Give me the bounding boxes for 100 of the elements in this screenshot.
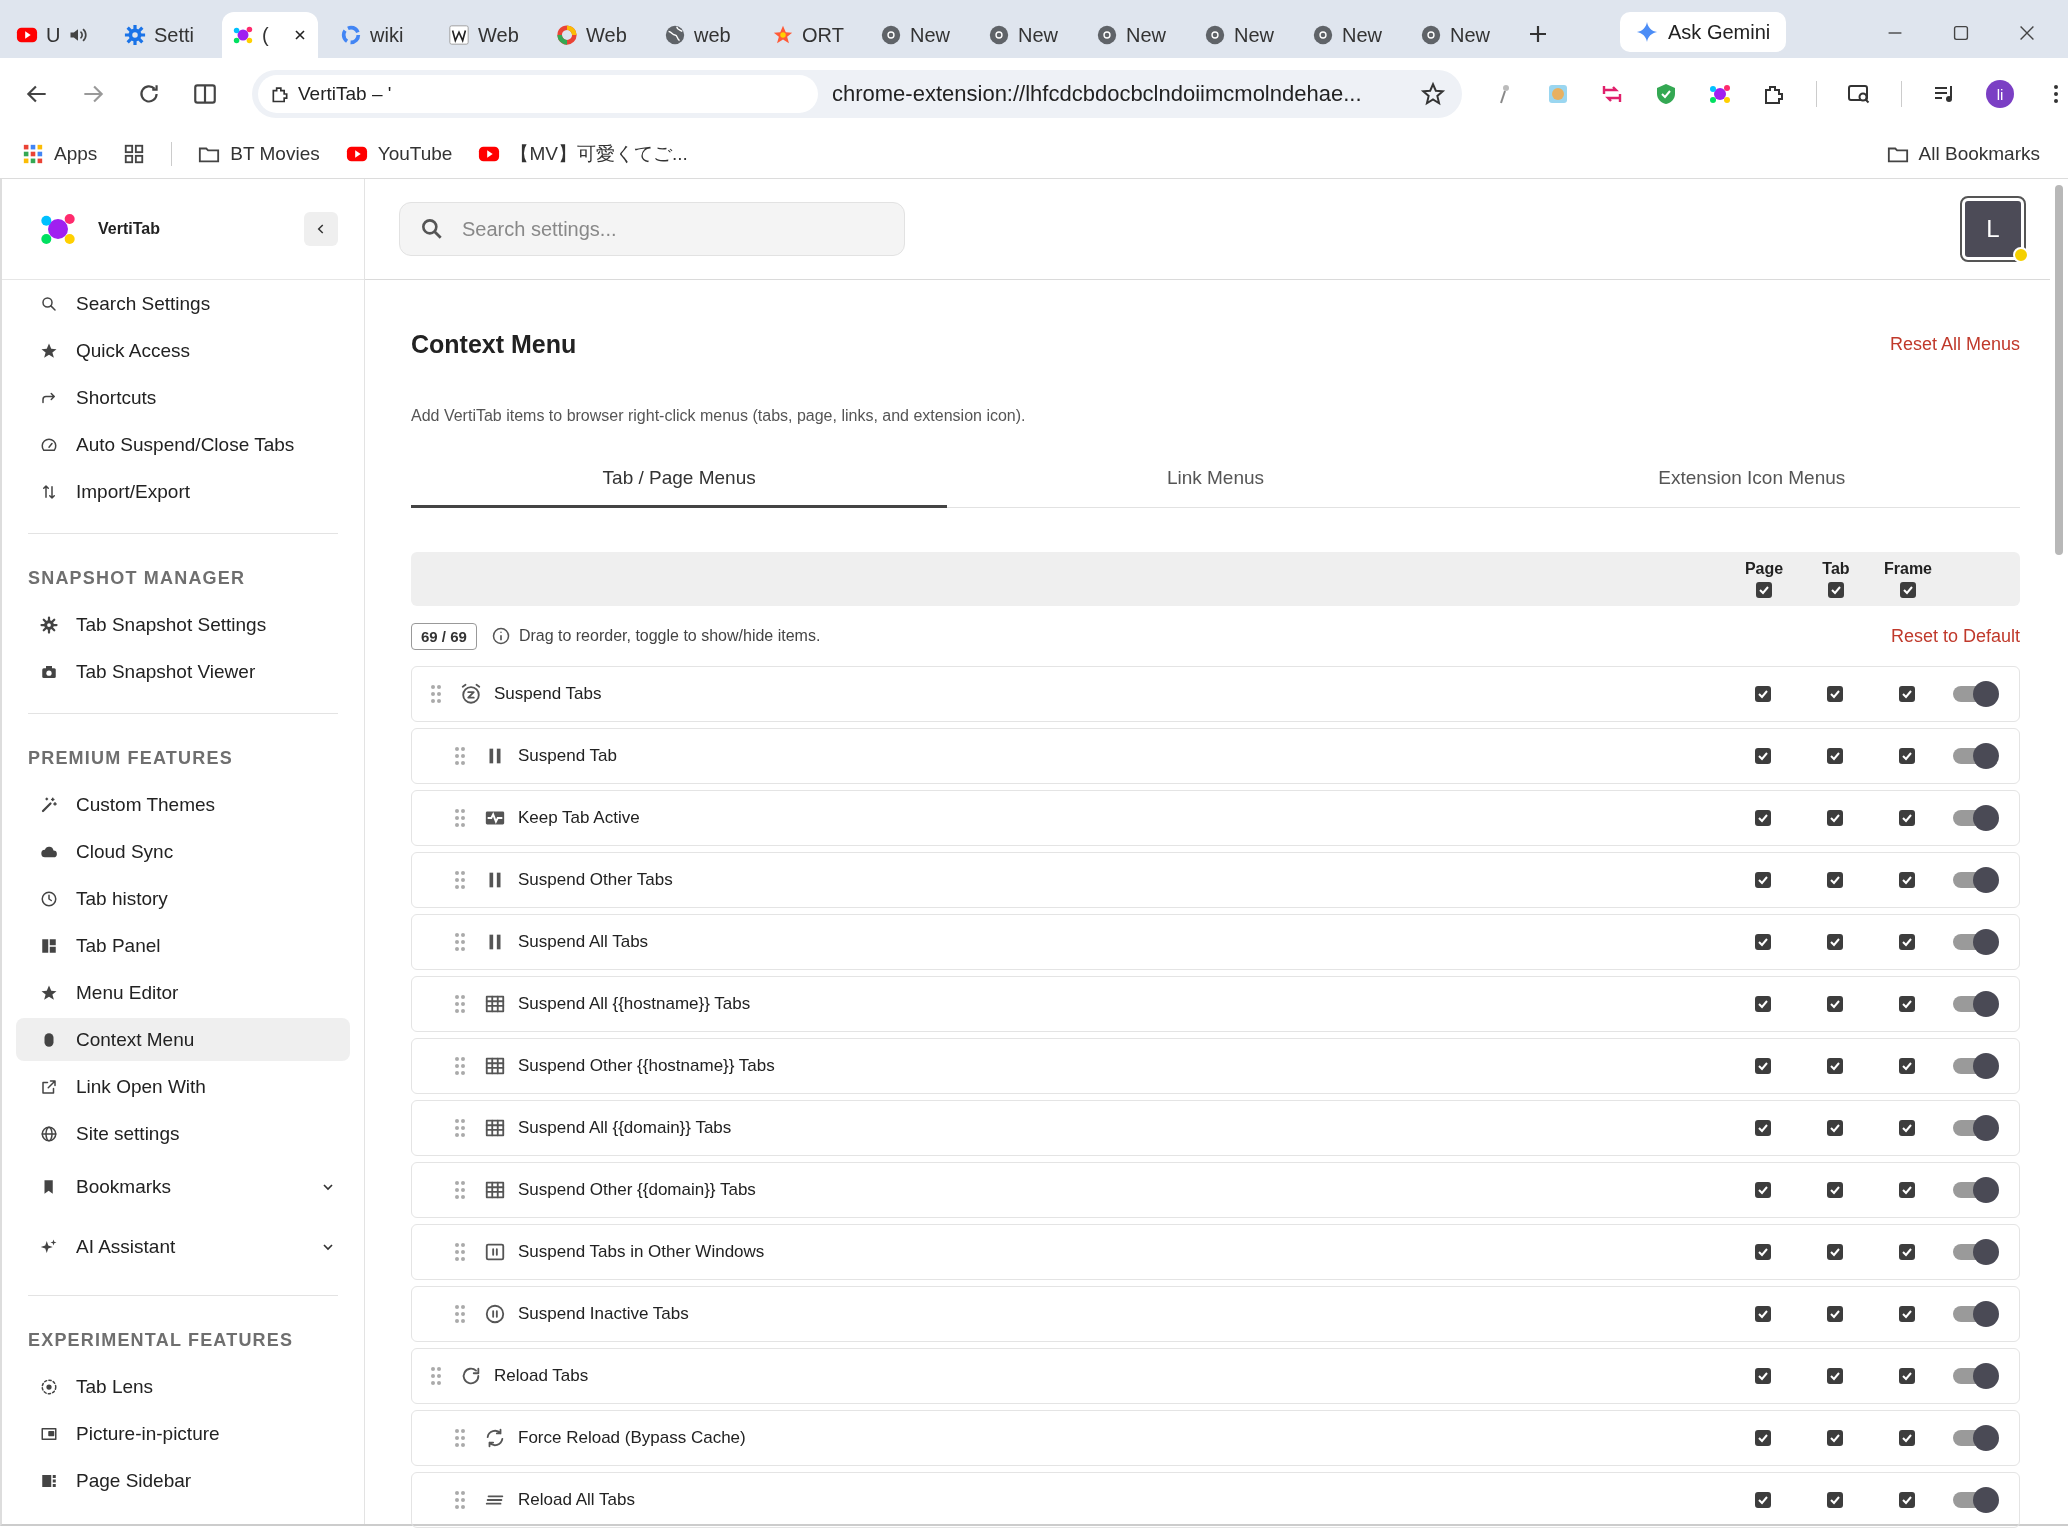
checkbox[interactable] — [1899, 934, 1915, 950]
checkbox[interactable] — [1827, 934, 1843, 950]
checkbox[interactable] — [1755, 1120, 1771, 1136]
toggle-switch[interactable] — [1953, 1486, 1999, 1514]
drag-handle-icon[interactable] — [454, 1180, 466, 1200]
toggle-switch[interactable] — [1953, 1362, 1999, 1390]
nav-item[interactable]: Bookmarks — [16, 1159, 350, 1215]
checkbox[interactable] — [1755, 1244, 1771, 1260]
nav-item[interactable]: Tab history — [16, 877, 350, 920]
apps-link[interactable]: Apps — [22, 143, 98, 165]
checkbox[interactable] — [1827, 1430, 1843, 1446]
browser-tab[interactable]: ORT — [762, 12, 858, 58]
nav-item[interactable]: Link Open With — [16, 1065, 350, 1108]
toggle-switch[interactable] — [1953, 804, 1999, 832]
toggle-switch[interactable] — [1953, 1424, 1999, 1452]
nav-item[interactable]: Menu Editor — [16, 971, 350, 1014]
drag-handle-icon[interactable] — [454, 1304, 466, 1324]
toggle-switch[interactable] — [1953, 1238, 1999, 1266]
reset-all-link[interactable]: Reset All Menus — [1889, 334, 2020, 355]
bookmark-star-icon[interactable] — [1420, 81, 1446, 107]
tab[interactable]: Tab / Page Menus — [411, 455, 948, 508]
checkbox[interactable] — [1827, 1306, 1843, 1322]
toggle-switch[interactable] — [1953, 1176, 1999, 1204]
profile-avatar[interactable]: li — [1986, 80, 2014, 108]
nav-item[interactable]: Tab Snapshot Viewer — [16, 650, 350, 693]
all-bookmarks-link[interactable]: All Bookmarks — [1886, 143, 2040, 165]
checkbox[interactable] — [1899, 1182, 1915, 1198]
bookmark-link[interactable]: 【MV】可愛くてご... — [478, 141, 688, 167]
browser-tab[interactable]: wiki — [330, 12, 426, 58]
toggle-switch[interactable] — [1953, 990, 1999, 1018]
nav-item[interactable]: Import/Export — [16, 470, 350, 513]
checkbox[interactable] — [1755, 686, 1771, 702]
drag-handle-icon[interactable] — [430, 684, 442, 704]
checkbox[interactable] — [1899, 1244, 1915, 1260]
checkbox[interactable] — [1827, 1244, 1843, 1260]
tab[interactable]: Link Menus — [947, 455, 1484, 508]
toggle-switch[interactable] — [1953, 1052, 1999, 1080]
checkbox[interactable] — [1755, 872, 1771, 888]
browser-tab[interactable]: New — [1086, 12, 1182, 58]
nav-item[interactable]: Site settings — [16, 1112, 350, 1155]
shield-icon[interactable] — [1654, 82, 1678, 106]
checkbox[interactable] — [1755, 810, 1771, 826]
nav-item[interactable]: Page Sidebar — [16, 1459, 350, 1502]
checkbox[interactable] — [1899, 996, 1915, 1012]
browser-tab[interactable]: U — [6, 12, 102, 58]
checkbox[interactable] — [1827, 810, 1843, 826]
browser-tab[interactable]: New — [978, 12, 1074, 58]
checkbox[interactable] — [1827, 1120, 1843, 1136]
drag-handle-icon[interactable] — [454, 1242, 466, 1262]
address-bar[interactable]: VertiTab – ' chrome-extension://lhfcdcbdocbclndoiimcmolndehae... — [252, 70, 1462, 118]
browser-tab[interactable]: ( — [222, 12, 318, 58]
nav-item[interactable]: Picture-in-picture — [16, 1412, 350, 1455]
checkbox[interactable] — [1755, 1368, 1771, 1384]
drag-handle-icon[interactable] — [454, 1118, 466, 1138]
checkbox[interactable] — [1827, 872, 1843, 888]
search-field[interactable]: Search settings... — [399, 202, 905, 256]
nav-item[interactable]: Tab Snapshot Settings — [16, 603, 350, 646]
drag-handle-icon[interactable] — [454, 1428, 466, 1448]
checkbox[interactable] — [1827, 1182, 1843, 1198]
drag-handle-icon[interactable] — [454, 746, 466, 766]
nav-item[interactable]: Tab Lens — [16, 1365, 350, 1408]
nav-item[interactable]: Custom Themes — [16, 783, 350, 826]
checkbox[interactable] — [1756, 582, 1772, 598]
nav-item[interactable]: AI Assistant — [16, 1219, 350, 1275]
checkbox[interactable] — [1899, 872, 1915, 888]
browser-tab[interactable]: Setti — [114, 12, 210, 58]
nav-item[interactable]: Tab Panel — [16, 924, 350, 967]
drag-handle-icon[interactable] — [454, 932, 466, 952]
browser-tab[interactable]: Web — [438, 12, 534, 58]
checkbox[interactable] — [1755, 1058, 1771, 1074]
drag-handle-icon[interactable] — [454, 808, 466, 828]
toggle-switch[interactable] — [1953, 742, 1999, 770]
toggle-switch[interactable] — [1953, 680, 1999, 708]
checkbox[interactable] — [1900, 582, 1916, 598]
nav-item[interactable]: Search Settings — [16, 282, 350, 325]
checkbox[interactable] — [1755, 1492, 1771, 1508]
checkbox[interactable] — [1899, 1368, 1915, 1384]
drag-handle-icon[interactable] — [454, 870, 466, 890]
tab[interactable]: Extension Icon Menus — [1483, 455, 2020, 508]
checkbox[interactable] — [1899, 810, 1915, 826]
nav-item[interactable]: Cloud Sync — [16, 830, 350, 873]
drag-handle-icon[interactable] — [454, 1056, 466, 1076]
nav-item[interactable]: Shortcuts — [16, 376, 350, 419]
drag-handle-icon[interactable] — [430, 1366, 442, 1386]
tab-groups-icon[interactable] — [123, 143, 146, 165]
browser-tab[interactable]: web — [654, 12, 750, 58]
nav-item[interactable]: Auto Suspend/Close Tabs — [16, 423, 350, 466]
checkbox[interactable] — [1755, 996, 1771, 1012]
split-view-icon[interactable] — [192, 81, 218, 107]
checkbox[interactable] — [1755, 1430, 1771, 1446]
bookmark-link[interactable]: BT Movies — [198, 143, 320, 165]
nav-item[interactable]: Context Menu — [16, 1018, 350, 1061]
browser-tab[interactable]: New — [1302, 12, 1398, 58]
checkbox[interactable] — [1899, 1430, 1915, 1446]
ask-gemini-button[interactable]: Ask Gemini — [1620, 12, 1787, 52]
checkbox[interactable] — [1827, 996, 1843, 1012]
checkbox[interactable] — [1755, 748, 1771, 764]
toggle-switch[interactable] — [1953, 866, 1999, 894]
checkbox[interactable] — [1827, 1492, 1843, 1508]
checkbox[interactable] — [1899, 1058, 1915, 1074]
